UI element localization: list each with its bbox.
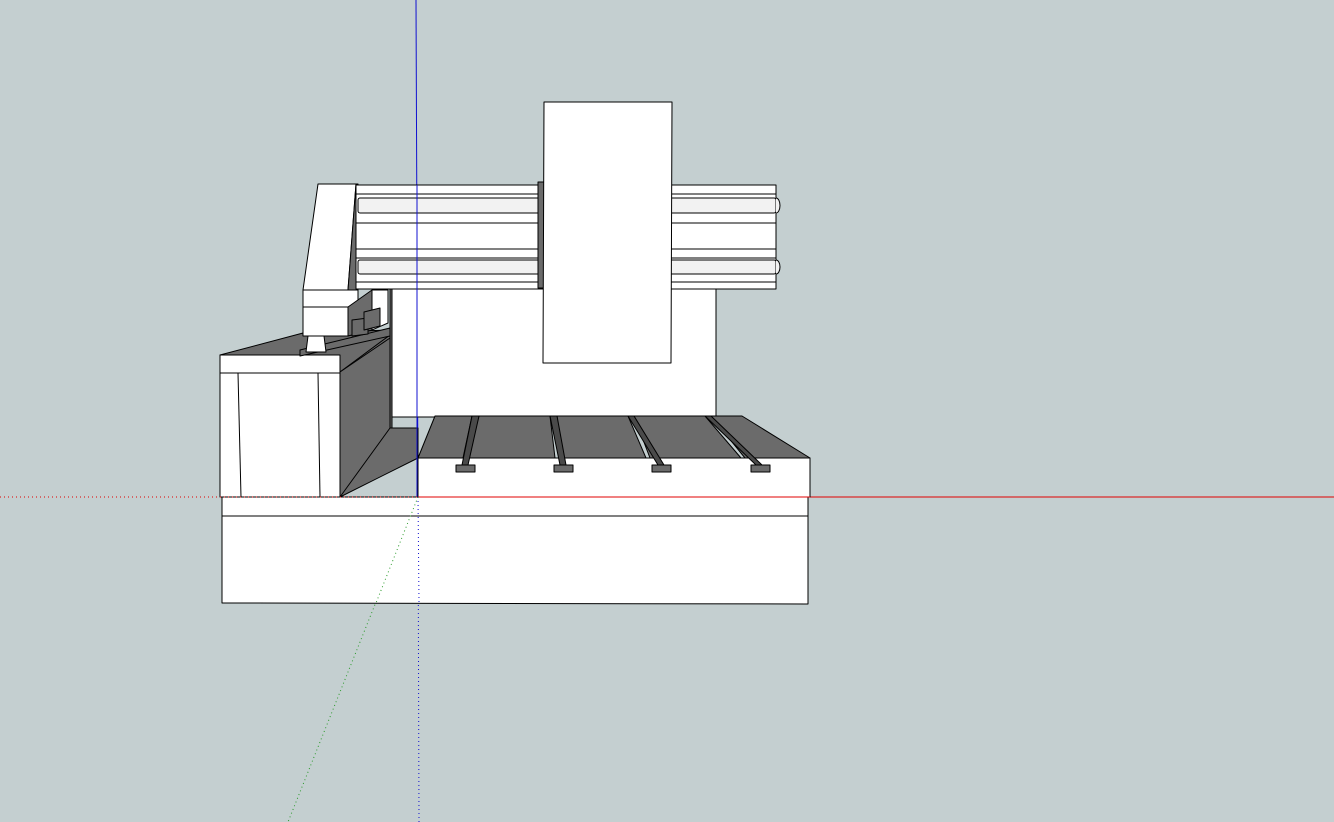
t-slot-table xyxy=(417,415,811,498)
3d-viewport[interactable] xyxy=(0,0,1334,822)
t-slot-4 xyxy=(750,464,771,473)
t-slot-2 xyxy=(553,464,574,473)
scene-canvas[interactable] xyxy=(0,0,1334,822)
t-slot-1 xyxy=(455,464,476,473)
spindle-carriage xyxy=(537,101,673,364)
t-slot-3 xyxy=(651,464,672,473)
machine-base xyxy=(221,496,809,605)
